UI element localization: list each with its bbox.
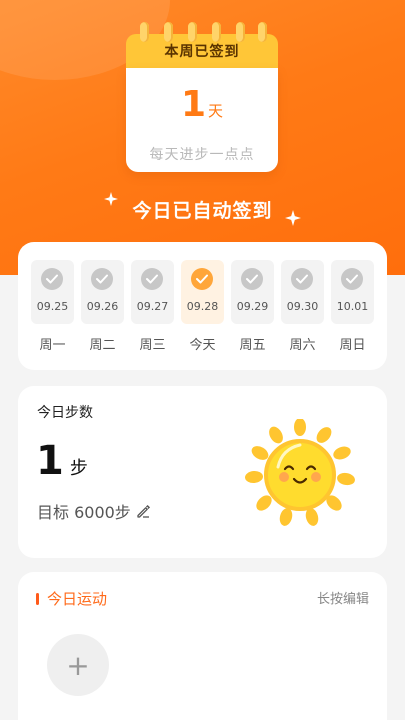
sport-section-title: 今日运动 <box>36 588 107 609</box>
day-checkin-tile[interactable]: 09.26 <box>81 260 124 324</box>
sparkle-icon <box>285 210 301 226</box>
plus-icon: + <box>66 648 90 682</box>
motto-text: 每天进步一点点 <box>149 147 255 163</box>
steps-count: 1步 <box>36 438 88 484</box>
day-date: 09.25 <box>36 300 69 313</box>
day-checkin-tile[interactable]: 09.29 <box>231 260 274 324</box>
steps-title: 今日步数 <box>37 405 93 421</box>
add-sport-button[interactable]: + <box>47 634 109 696</box>
checkmark-icon <box>91 268 113 290</box>
signed-days-number: 1 <box>180 84 207 125</box>
steps-number: 1 <box>36 438 64 484</box>
day-date: 10.01 <box>336 300 369 313</box>
day-date: 09.27 <box>136 300 169 313</box>
day-weekday-label: 今天 <box>189 338 216 353</box>
day-checkin-tile[interactable]: 10.01 <box>331 260 374 324</box>
day-checkin-tile[interactable]: 09.30 <box>281 260 324 324</box>
checkmark-icon <box>191 268 213 290</box>
checkmark-icon <box>141 268 163 290</box>
day-date: 09.26 <box>86 300 119 313</box>
pencil-icon[interactable] <box>135 503 151 519</box>
weekly-checkin-calendar: 本周已签到 1天 每天进步一点点 <box>126 22 278 172</box>
calendar-rings-icon <box>134 22 270 42</box>
signed-days-count: 1天 <box>126 84 278 125</box>
day-date: 09.29 <box>236 300 269 313</box>
long-press-edit-hint: 长按编辑 <box>316 592 369 607</box>
day-weekday-label: 周五 <box>239 338 266 353</box>
day-date: 09.30 <box>286 300 319 313</box>
steps-unit: 步 <box>69 458 88 479</box>
calendar-body: 1天 每天进步一点点 <box>126 68 278 172</box>
day-checkin-tile[interactable]: 09.28 <box>181 260 224 324</box>
day-weekday-label: 周六 <box>289 338 316 353</box>
checkmark-icon <box>291 268 313 290</box>
day-weekday-label: 周一 <box>39 338 66 353</box>
sun-icon <box>245 419 355 526</box>
section-accent-bar <box>36 592 39 605</box>
sport-title-text: 今日运动 <box>47 590 108 608</box>
auto-signed-text: 今日已自动签到 <box>132 200 273 222</box>
checkmark-icon <box>241 268 263 290</box>
day-weekday-label: 周日 <box>339 338 366 353</box>
today-steps-card: 今日步数 1步 目标 6000步 <box>18 386 387 558</box>
day-weekday-label: 周二 <box>89 338 116 353</box>
step-goal[interactable]: 目标 6000步 <box>37 499 151 523</box>
checkmark-icon <box>341 268 363 290</box>
day-checkin-tile[interactable]: 09.27 <box>131 260 174 324</box>
checkmark-icon <box>41 268 63 290</box>
day-date: 09.28 <box>186 300 219 313</box>
header-banner: 本周已签到 1天 每天进步一点点 今日已自动签到 <box>0 0 405 275</box>
today-sport-card: 今日运动 长按编辑 + <box>18 572 387 720</box>
step-goal-text: 目标 6000步 <box>37 503 131 522</box>
signed-days-unit: 天 <box>208 102 224 120</box>
day-checkin-tile[interactable]: 09.25 <box>31 260 74 324</box>
day-weekday-label: 周三 <box>139 338 166 353</box>
week-checkin-card: 09.25 周一 09.26 周二 09.27 周三 09.28 今天 09.29 周五 09.30… <box>18 242 387 370</box>
